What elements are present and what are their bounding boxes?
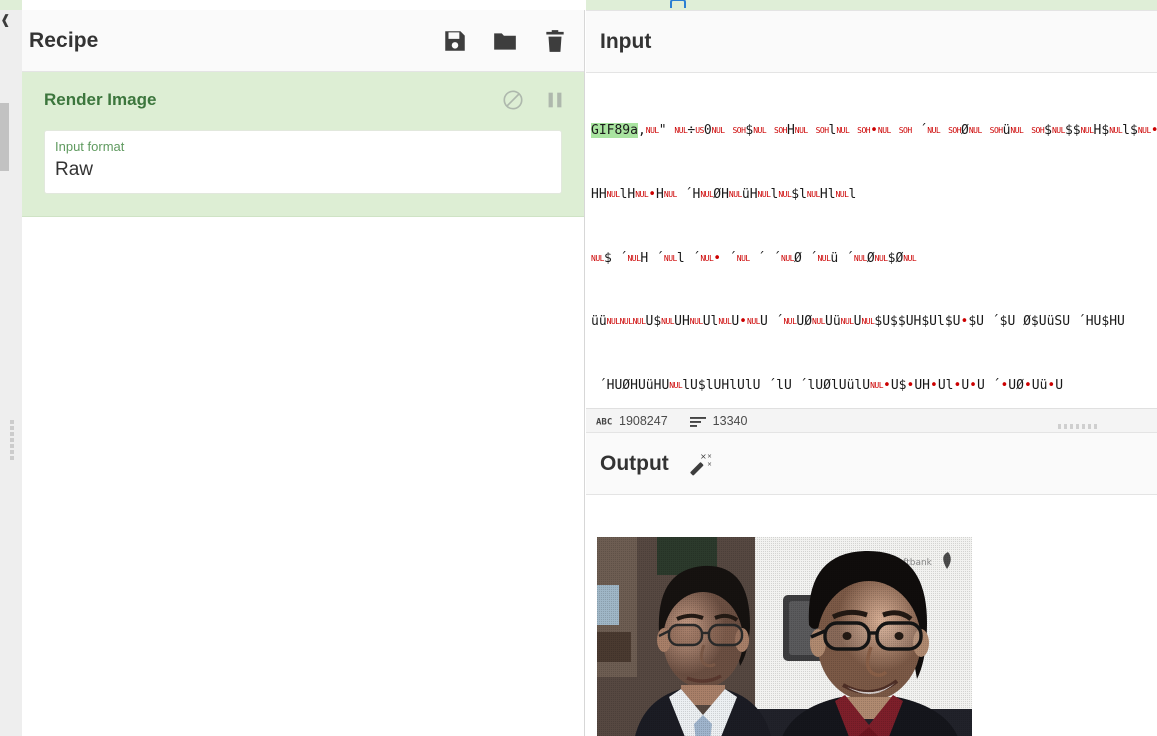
breakpoint-icon[interactable] bbox=[544, 89, 566, 111]
svg-text:×: × bbox=[700, 452, 707, 461]
output-title: Output bbox=[600, 452, 669, 476]
output-body[interactable]: softbank bbox=[586, 496, 1157, 736]
input-lines-value: 13340 bbox=[713, 414, 748, 428]
recipe-title-bar: Recipe bbox=[22, 10, 584, 72]
recipe-pane: Recipe Render Image bbox=[22, 10, 585, 736]
operations-scrollbar-thumb[interactable] bbox=[0, 103, 9, 171]
operation-controls bbox=[502, 89, 566, 111]
operation-name: Render Image bbox=[36, 86, 570, 110]
input-tab-strip bbox=[586, 0, 1157, 10]
output-title-bar: Output × × × bbox=[586, 433, 1157, 495]
input-line-4: ´HUØHUüHUNULlU$lUHlUlU ´lU ´lUØlUülUNUL•… bbox=[591, 375, 1157, 396]
input-title-bar: Input bbox=[586, 11, 1157, 73]
input-status-bar: ABC 1908247 13340 bbox=[586, 408, 1157, 432]
recipe-operation-render-image[interactable]: Render Image Input format bbox=[22, 72, 584, 217]
save-icon[interactable] bbox=[442, 28, 468, 54]
folder-icon[interactable] bbox=[492, 28, 518, 54]
input-title: Input bbox=[600, 30, 651, 54]
input-length-value: 1908247 bbox=[619, 414, 668, 428]
magic-wand-icon[interactable]: × × × bbox=[687, 451, 713, 477]
input-tab[interactable] bbox=[670, 0, 686, 8]
lines-icon bbox=[690, 415, 706, 427]
svg-text:ABC: ABC bbox=[596, 417, 612, 427]
io-column: Input GIF89a,NUL" NUL÷US0NUL SOH$NUL SOH… bbox=[586, 0, 1157, 736]
disable-icon[interactable] bbox=[502, 89, 524, 111]
output-rendered-image: softbank bbox=[597, 537, 972, 736]
input-lines-group: 13340 bbox=[690, 414, 748, 428]
recipe-toolbar bbox=[442, 10, 568, 72]
input-line-0: ,NUL" NUL÷US0NUL SOH$NUL SOHHNUL SOHlNUL… bbox=[638, 123, 1157, 138]
chevron-icon: ❰ bbox=[0, 13, 12, 27]
input-line-2: NUL$ ´NULH ´NULl ´NUL• ´NUL ´ ´NULØ ´NUL… bbox=[591, 248, 1157, 269]
output-panel: Output × × × bbox=[586, 432, 1157, 736]
input-line-1: HHNULlHNUL•HNUL ´HNULØHNULüHNULlNUL$lNUL… bbox=[591, 184, 1157, 205]
recipe-empty-area[interactable] bbox=[22, 217, 584, 736]
recipe-title: Recipe bbox=[29, 29, 98, 53]
input-length-group: ABC 1908247 bbox=[596, 414, 668, 428]
recipe-splitter-handle[interactable] bbox=[10, 420, 15, 464]
abc-icon: ABC bbox=[596, 415, 612, 427]
operation-arguments: Input format Raw bbox=[36, 130, 570, 194]
input-format-field[interactable]: Input format Raw bbox=[44, 130, 562, 194]
io-splitter-handle[interactable] bbox=[1058, 424, 1097, 429]
svg-text:×: × bbox=[707, 453, 712, 460]
input-format-label: Input format bbox=[55, 137, 551, 156]
rendered-gif: softbank bbox=[597, 537, 972, 736]
input-format-value[interactable]: Raw bbox=[55, 156, 551, 184]
input-selection: GIF89a bbox=[591, 123, 638, 138]
svg-text:×: × bbox=[707, 461, 712, 468]
cyberchef-app: ❰ Recipe Render Image bbox=[0, 0, 1157, 736]
input-panel: Input GIF89a,NUL" NUL÷US0NUL SOH$NUL SOH… bbox=[586, 10, 1157, 432]
input-textarea[interactable]: GIF89a,NUL" NUL÷US0NUL SOH$NUL SOHHNUL S… bbox=[586, 74, 1157, 419]
operations-gutter: ❰ bbox=[0, 0, 22, 736]
trash-icon[interactable] bbox=[542, 28, 568, 54]
input-line-3: üüNULNULNULU$NULUHNULUlNULU•NULU ´NULUØN… bbox=[591, 311, 1157, 332]
gutter-top-strip bbox=[0, 0, 22, 10]
